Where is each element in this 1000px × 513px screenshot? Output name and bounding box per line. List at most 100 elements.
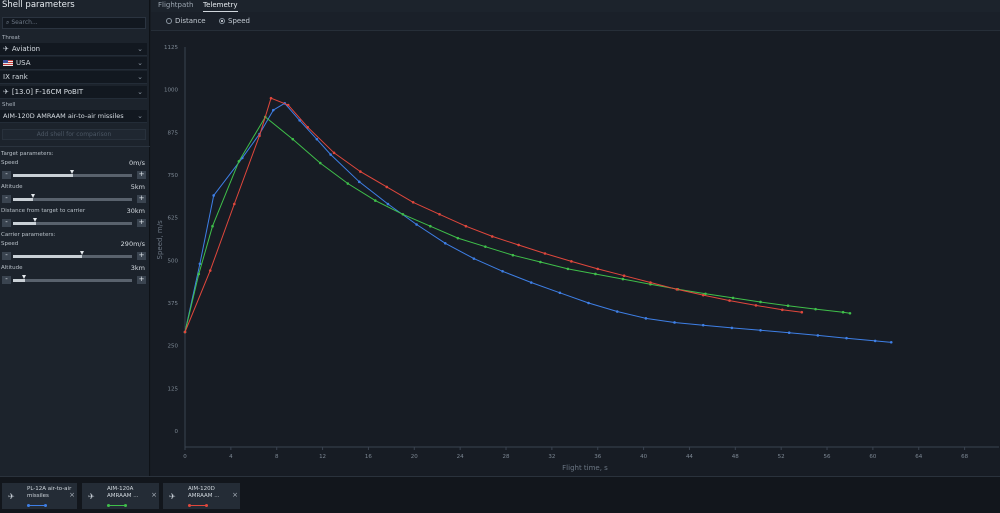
target-altitude-plus-button[interactable]: + — [137, 195, 146, 203]
comparison-name: AIM-120A AMRAAM ... — [107, 486, 139, 499]
tab-flightpath[interactable]: Flightpath — [158, 0, 193, 12]
data-point — [286, 103, 290, 107]
carrier-speed-label: Speed — [1, 241, 19, 247]
target-speed-slider[interactable] — [13, 170, 132, 177]
data-point — [841, 310, 845, 314]
y-tick-label: 500 — [168, 258, 179, 264]
comparison-card[interactable]: ✈ AIM-120D AMRAAM ... × — [163, 483, 240, 509]
data-point — [781, 308, 784, 312]
y-tick-label: 625 — [168, 216, 179, 222]
distance-minus-button[interactable]: - — [2, 219, 11, 227]
x-tick-label: 44 — [686, 454, 693, 460]
data-point — [315, 137, 319, 141]
slider-thumb[interactable] — [22, 275, 27, 279]
search-placeholder: Search... — [11, 19, 38, 26]
threat-type-select[interactable]: ✈ Aviation ⌄ — [0, 43, 147, 56]
carrier-speed-minus-button[interactable]: - — [2, 252, 11, 260]
data-point — [675, 288, 679, 291]
x-tick-label: 40 — [640, 454, 647, 460]
data-point — [800, 310, 804, 314]
x-tick-label: 68 — [961, 454, 968, 460]
slider-thumb[interactable] — [79, 251, 84, 255]
data-point — [411, 201, 415, 204]
telemetry-chart: 0 125 250 375 500 625 750 875 1000 1125 0 4 8 12 16 20 2… — [151, 31, 1000, 476]
vehicle-select[interactable]: ✈ [13.0] F-16CM PoBIT ⌄ — [0, 86, 147, 99]
data-point — [615, 310, 619, 313]
data-point — [596, 267, 600, 271]
add-shell-button[interactable]: Add shell for comparison — [2, 129, 146, 140]
aviation-icon: ✈ — [3, 45, 9, 53]
usa-flag-icon — [3, 59, 13, 66]
carrier-altitude-plus-button[interactable]: + — [137, 276, 146, 284]
data-point — [558, 291, 562, 295]
data-point — [816, 334, 820, 337]
data-point — [237, 160, 241, 163]
data-point — [212, 194, 215, 197]
search-icon: ⌕ — [6, 19, 10, 26]
radio-speed[interactable]: Speed — [219, 17, 250, 25]
y-tick-label: 0 — [175, 429, 179, 435]
close-icon[interactable]: × — [69, 491, 75, 499]
country-select[interactable]: USA ⌄ — [0, 57, 147, 70]
search-input[interactable]: ⌕ Search... — [2, 17, 146, 29]
data-point — [332, 151, 336, 155]
slider-thumb[interactable] — [70, 170, 74, 174]
x-tick-label: 12 — [319, 454, 326, 460]
carrier-altitude-slider[interactable] — [13, 275, 132, 282]
data-point — [644, 317, 648, 320]
slider-thumb[interactable] — [30, 194, 35, 198]
data-point — [208, 269, 212, 272]
data-point — [621, 277, 625, 281]
y-tick-label: 250 — [168, 344, 179, 350]
target-altitude-slider[interactable] — [13, 194, 132, 201]
series-swatch — [188, 504, 208, 507]
data-point — [728, 299, 731, 302]
target-altitude-minus-button[interactable]: - — [2, 195, 11, 203]
data-point — [649, 281, 652, 284]
tab-telemetry[interactable]: Telemetry — [203, 0, 238, 12]
data-point — [258, 134, 261, 138]
data-point — [484, 245, 487, 248]
target-speed-plus-button[interactable]: + — [137, 171, 146, 179]
distance-plus-button[interactable]: + — [137, 219, 146, 227]
mode-selector: Distance Speed — [151, 12, 1000, 31]
carrier-altitude-minus-button[interactable]: - — [2, 276, 11, 284]
x-tick-label: 28 — [503, 454, 510, 460]
close-icon[interactable]: × — [151, 491, 157, 499]
x-tick-label: 0 — [183, 454, 187, 460]
slider-thumb[interactable] — [33, 218, 38, 222]
data-point — [472, 257, 476, 260]
distance-slider[interactable] — [13, 218, 132, 225]
data-point — [374, 199, 377, 202]
comparison-bar: ✈ PL-12A air-to-air missiles × ✈ AIM-120… — [0, 476, 1000, 513]
radio-distance[interactable]: Distance — [166, 17, 206, 25]
chevron-down-icon: ⌄ — [137, 45, 143, 53]
carrier-speed-value: 290m/s — [120, 240, 145, 248]
data-point — [570, 260, 573, 263]
rank-select[interactable]: IX rank ⌄ — [0, 71, 147, 84]
chevron-down-icon: ⌄ — [137, 73, 143, 81]
country-value: USA — [16, 59, 31, 67]
data-point — [759, 300, 762, 304]
comparison-card[interactable]: ✈ PL-12A air-to-air missiles × — [2, 483, 77, 509]
shell-value: AIM-120D AMRAAM air-to-air missiles — [3, 112, 124, 120]
chevron-down-icon: ⌄ — [137, 59, 143, 67]
target-parameters-heading: Target parameters: — [1, 151, 54, 157]
carrier-speed-plus-button[interactable]: + — [137, 252, 146, 260]
distance-label: Distance from target to carrier — [1, 208, 86, 214]
carrier-speed-slider[interactable] — [13, 251, 132, 258]
data-point — [271, 108, 275, 112]
data-point — [232, 202, 236, 206]
view-tabs: Flightpath Telemetry — [151, 0, 1000, 12]
data-point — [438, 212, 441, 216]
target-altitude-value: 5km — [130, 183, 145, 191]
target-speed-minus-button[interactable]: - — [2, 171, 11, 179]
data-point — [704, 292, 707, 296]
data-point — [306, 125, 309, 129]
missile-icon: ✈ — [169, 492, 176, 501]
comparison-card[interactable]: ✈ AIM-120A AMRAAM ... × — [82, 483, 159, 509]
data-point — [318, 161, 322, 165]
shell-select[interactable]: AIM-120D AMRAAM air-to-air missiles ⌄ — [0, 110, 147, 123]
series-swatch — [107, 504, 127, 507]
close-icon[interactable]: × — [232, 491, 238, 499]
